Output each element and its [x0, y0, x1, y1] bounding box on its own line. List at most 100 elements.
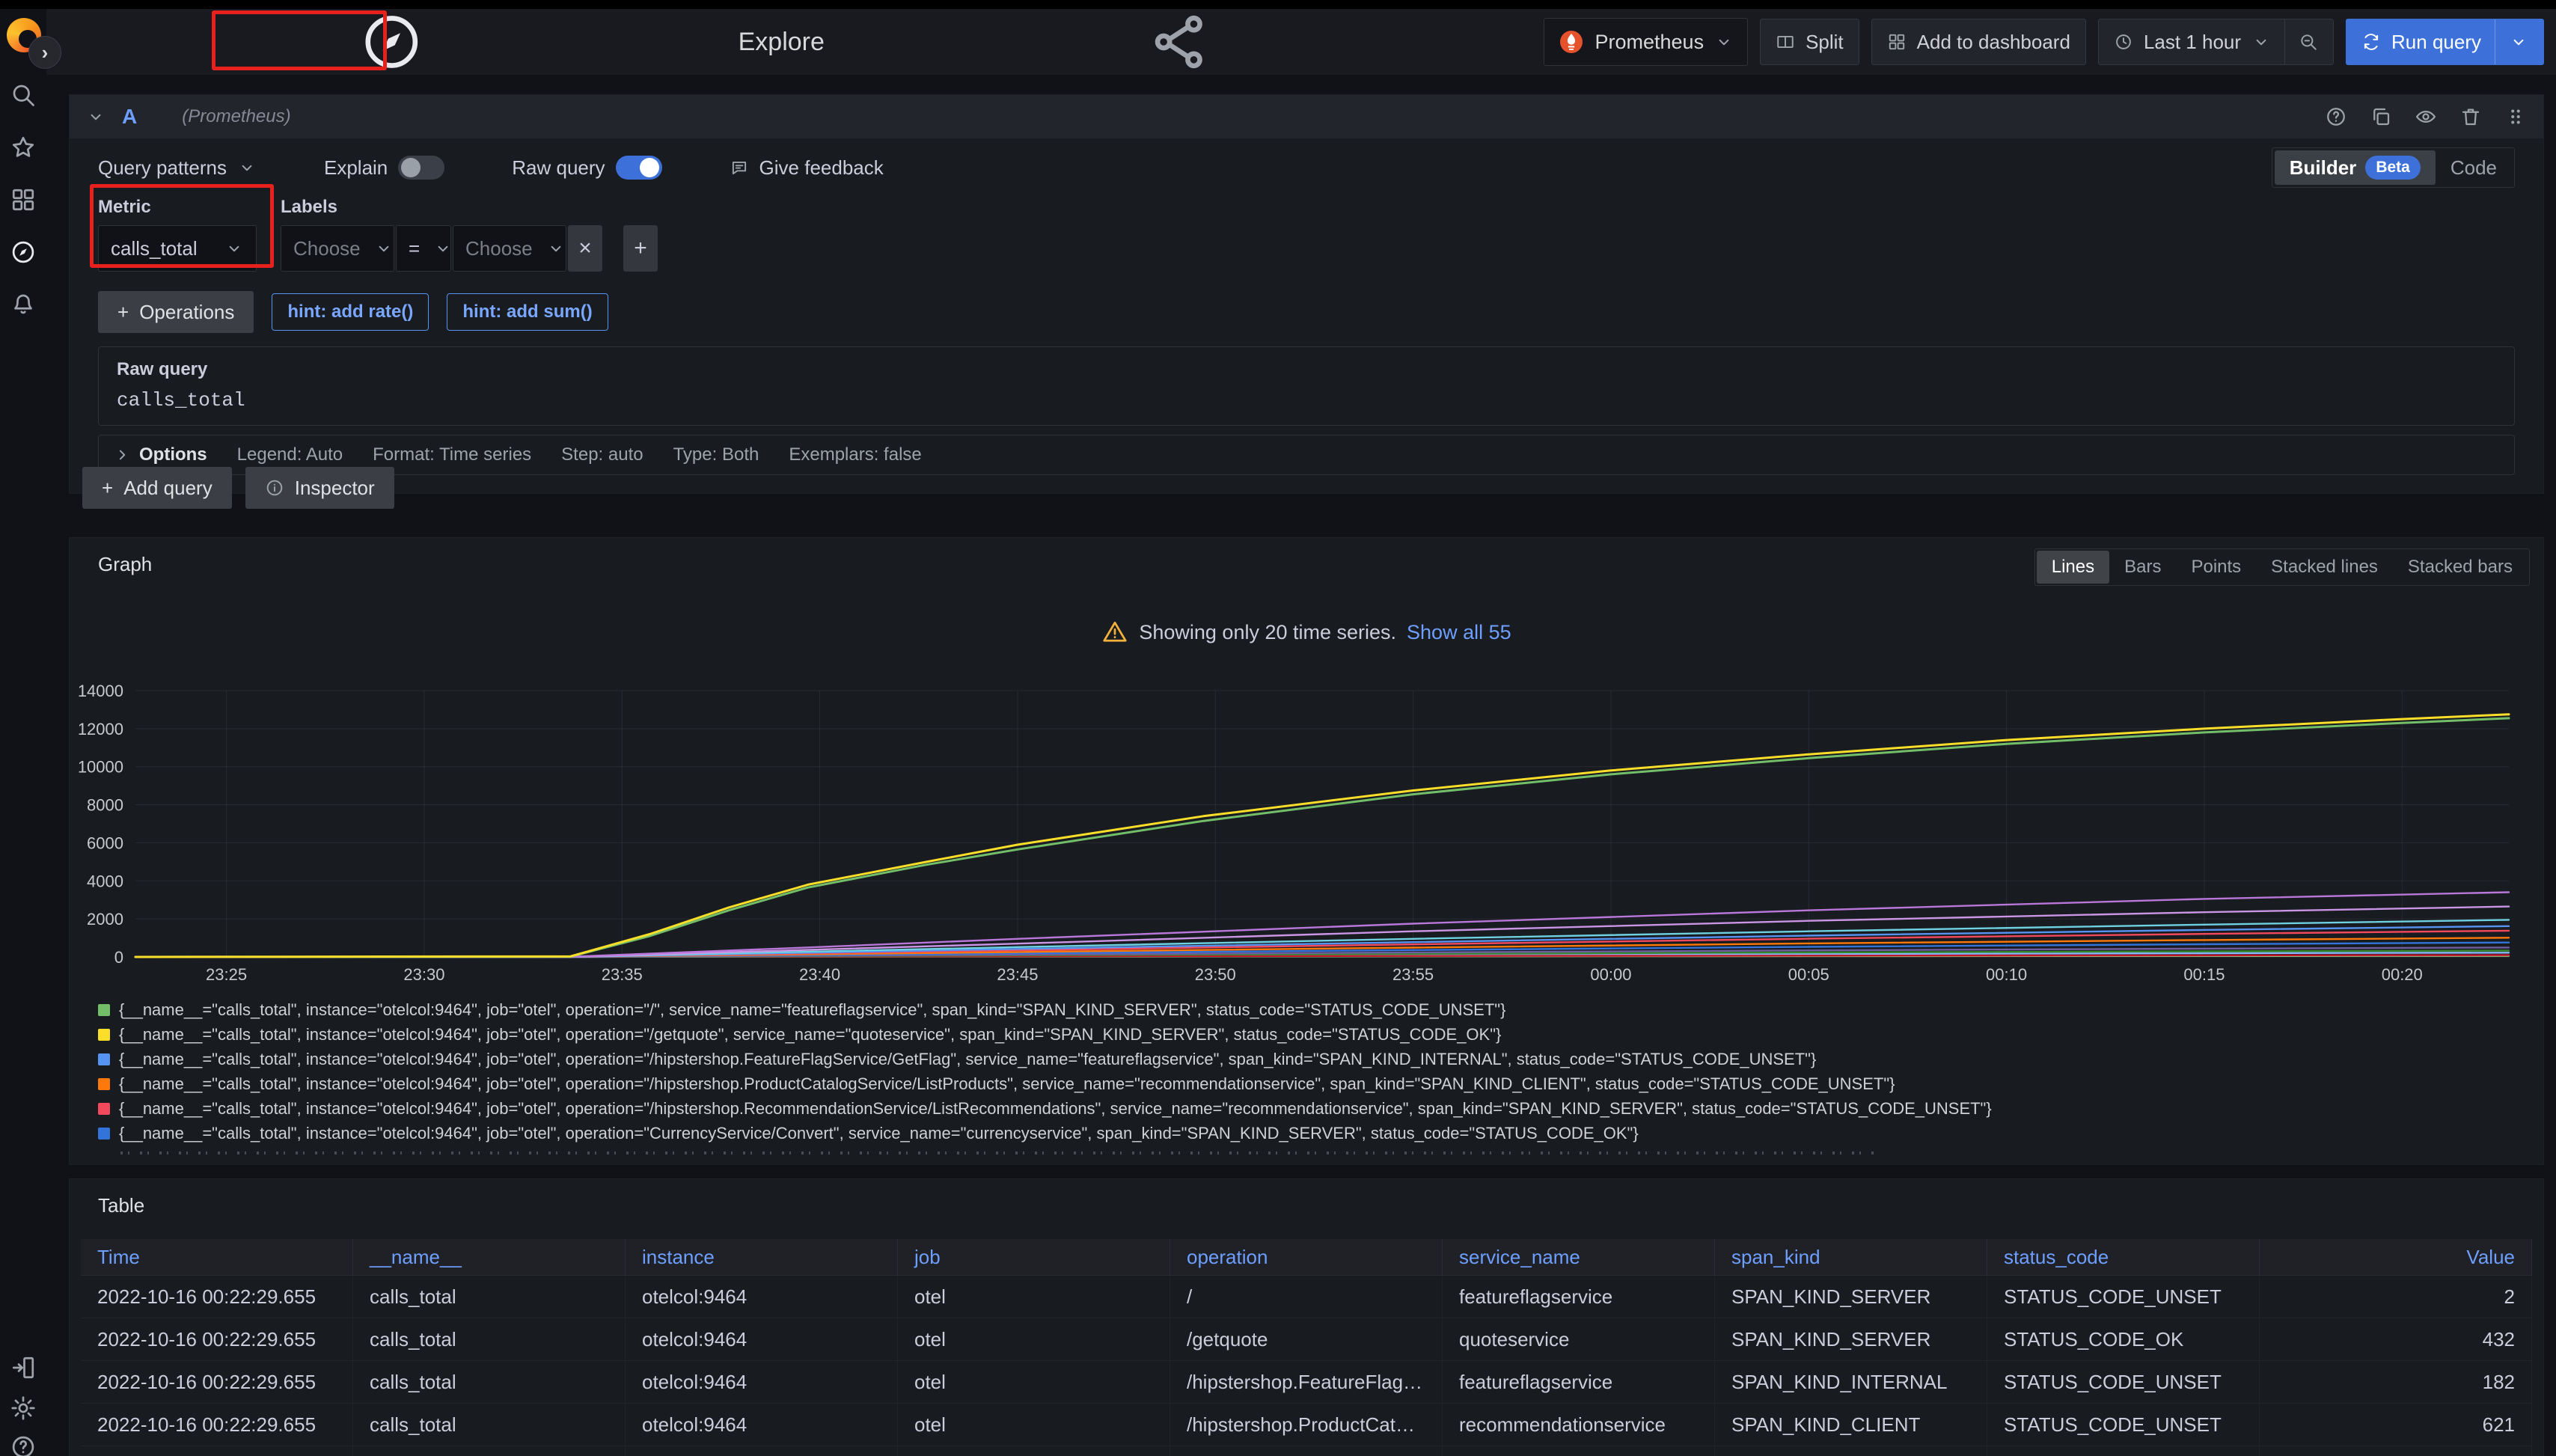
- chart-legend: {__name__="calls_total", instance="otelc…: [98, 997, 2533, 1154]
- times-icon: ×: [578, 236, 592, 261]
- column-header-job[interactable]: job: [898, 1239, 1170, 1275]
- sidebar-item-settings[interactable]: [10, 1395, 37, 1422]
- builder-tab[interactable]: Builder Beta: [2275, 150, 2436, 185]
- metric-label: Metric: [98, 197, 257, 218]
- column-header-span_kind[interactable]: span_kind: [1715, 1239, 1987, 1275]
- time-range-picker[interactable]: Last 1 hour: [2098, 19, 2334, 65]
- share-icon[interactable]: [844, 9, 1514, 75]
- drag-handle-icon[interactable]: [2504, 105, 2527, 128]
- beta-badge: Beta: [2365, 156, 2421, 180]
- column-header-status_code[interactable]: status_code: [1987, 1239, 2260, 1275]
- inspector-button[interactable]: Inspector: [245, 467, 394, 509]
- warning-triangle-icon: [1101, 619, 1128, 646]
- graph-mode-stacked-lines[interactable]: Stacked lines: [2256, 551, 2393, 584]
- prometheus-icon: [1558, 28, 1585, 55]
- give-feedback-link[interactable]: Give feedback: [730, 156, 884, 180]
- duplicate-query-icon[interactable]: [2370, 105, 2392, 128]
- legend-item[interactable]: {__name__="calls_total", instance="otelc…: [98, 1071, 2533, 1096]
- sidebar-item-dashboards[interactable]: [10, 186, 37, 213]
- help-circle-icon: [10, 1434, 37, 1456]
- table-cell-__name__: calls_total: [353, 1446, 626, 1456]
- sidebar-item-sign-in[interactable]: [10, 1354, 37, 1381]
- legend-item[interactable]: {__name__="calls_total", instance="otelc…: [98, 1096, 2533, 1121]
- operations-button[interactable]: + Operations: [98, 291, 254, 333]
- table-row[interactable]: 2022-10-16 00:22:29.655calls_totalotelco…: [81, 1318, 2532, 1361]
- chevron-down-icon: [374, 239, 394, 258]
- query-hint-button-1[interactable]: hint: add sum(): [447, 293, 608, 331]
- table-cell-job: otel: [898, 1446, 1170, 1456]
- x-axis-tick: 23:25: [206, 965, 247, 984]
- sidebar-item-alerting[interactable]: [10, 291, 37, 318]
- column-header-__name__[interactable]: __name__: [353, 1239, 626, 1275]
- table-cell-job: otel: [898, 1361, 1170, 1403]
- legend-item[interactable]: {__name__="calls_total", instance="otelc…: [98, 1022, 2533, 1047]
- sidebar-item-explore[interactable]: [10, 239, 37, 266]
- remove-label-filter-button[interactable]: ×: [568, 225, 602, 272]
- labels-label: Labels: [281, 197, 658, 218]
- raw-query-toggle[interactable]: [616, 156, 662, 180]
- table-row[interactable]: 2022-10-16 00:22:29.655calls_totalotelco…: [81, 1404, 2532, 1446]
- metric-select[interactable]: calls_total: [98, 225, 257, 272]
- explain-toggle[interactable]: [398, 156, 444, 180]
- column-header-Time[interactable]: Time: [81, 1239, 353, 1275]
- query-help-icon[interactable]: [2325, 105, 2347, 128]
- query-patterns-dropdown[interactable]: Query patterns: [98, 156, 257, 180]
- split-button[interactable]: Split: [1760, 19, 1859, 65]
- page-title: Explore: [739, 28, 825, 57]
- query-row-header[interactable]: A (Prometheus): [70, 95, 2543, 138]
- legend-item[interactable]: {__name__="calls_total", instance="otelc…: [98, 997, 2533, 1022]
- legend-item[interactable]: {__name__="calls_total", instance="otelc…: [98, 1047, 2533, 1071]
- time-range-label: Last 1 hour: [2144, 31, 2241, 54]
- raw-query-preview: Raw query calls_total: [98, 346, 2515, 426]
- add-to-dashboard-button[interactable]: Add to dashboard: [1871, 19, 2086, 65]
- table-row[interactable]: 2022-10-16 00:22:29.655calls_totalotelco…: [81, 1446, 2532, 1456]
- column-header-service_name[interactable]: service_name: [1443, 1239, 1715, 1275]
- metric-field: Metric calls_total: [98, 197, 257, 272]
- show-all-series-link[interactable]: Show all 55: [1407, 621, 1511, 644]
- run-query-button[interactable]: Run query: [2346, 19, 2544, 65]
- disable-query-eye-icon[interactable]: [2415, 105, 2437, 128]
- table-cell-instance: otelcol:9464: [626, 1318, 898, 1360]
- table-cell-span_kind: SPAN_KIND_SERVER: [1715, 1446, 1987, 1456]
- table-row[interactable]: 2022-10-16 00:22:29.655calls_totalotelco…: [81, 1276, 2532, 1318]
- sidebar-item-search[interactable]: [10, 82, 37, 108]
- datasource-picker[interactable]: Prometheus: [1544, 18, 1749, 66]
- graph-mode-stacked-bars[interactable]: Stacked bars: [2393, 551, 2528, 584]
- sidebar-item-help[interactable]: [10, 1434, 37, 1456]
- collapse-chevron-icon[interactable]: [86, 107, 106, 126]
- option-legend: Legend: Auto: [237, 444, 343, 465]
- add-to-dashboard-label: Add to dashboard: [1917, 31, 2070, 54]
- delete-query-trash-icon[interactable]: [2459, 105, 2482, 128]
- table-cell-span_kind: SPAN_KIND_SERVER: [1715, 1318, 1987, 1360]
- sidebar-item-starred[interactable]: [10, 134, 37, 161]
- label-operator-select[interactable]: =: [396, 225, 451, 272]
- comment-icon: [730, 158, 749, 177]
- add-query-button[interactable]: + Add query: [82, 467, 232, 509]
- graph-mode-bars[interactable]: Bars: [2109, 551, 2176, 584]
- query-hint-button-0[interactable]: hint: add rate(): [272, 293, 429, 331]
- query-options-row[interactable]: Options Legend: Auto Format: Time series…: [98, 435, 2515, 475]
- sidebar: [0, 9, 46, 1456]
- add-label-filter-button[interactable]: +: [623, 225, 658, 272]
- column-header-operation[interactable]: operation: [1170, 1239, 1443, 1275]
- zoom-out-icon[interactable]: [2299, 32, 2318, 52]
- table-cell-span_kind: SPAN_KIND_SERVER: [1715, 1276, 1987, 1318]
- graph-mode-lines[interactable]: Lines: [2037, 551, 2109, 584]
- option-format: Format: Time series: [373, 444, 531, 465]
- column-header-instance[interactable]: instance: [626, 1239, 898, 1275]
- graph-mode-points[interactable]: Points: [2176, 551, 2256, 584]
- column-header-Value[interactable]: Value: [2260, 1239, 2532, 1275]
- query-toolbar: Query patterns Explain Raw query Give fe…: [70, 149, 2543, 186]
- label-key-select[interactable]: Choose: [281, 225, 394, 272]
- sidebar-expand-button[interactable]: ›: [28, 36, 61, 69]
- series-color-swatch: [98, 1103, 110, 1115]
- time-series-chart[interactable]: 0200040006000800010000120001400023:2523:…: [70, 678, 2544, 986]
- code-tab[interactable]: Code: [2436, 150, 2512, 185]
- give-feedback-label: Give feedback: [759, 156, 884, 180]
- x-axis-tick: 23:55: [1392, 965, 1434, 984]
- y-axis-tick: 14000: [78, 682, 123, 700]
- label-value-select[interactable]: Choose: [453, 225, 566, 272]
- table-row[interactable]: 2022-10-16 00:22:29.655calls_totalotelco…: [81, 1361, 2532, 1404]
- legend-item[interactable]: {__name__="calls_total", instance="otelc…: [98, 1121, 2533, 1145]
- table-cell-Value: 432: [2260, 1318, 2532, 1360]
